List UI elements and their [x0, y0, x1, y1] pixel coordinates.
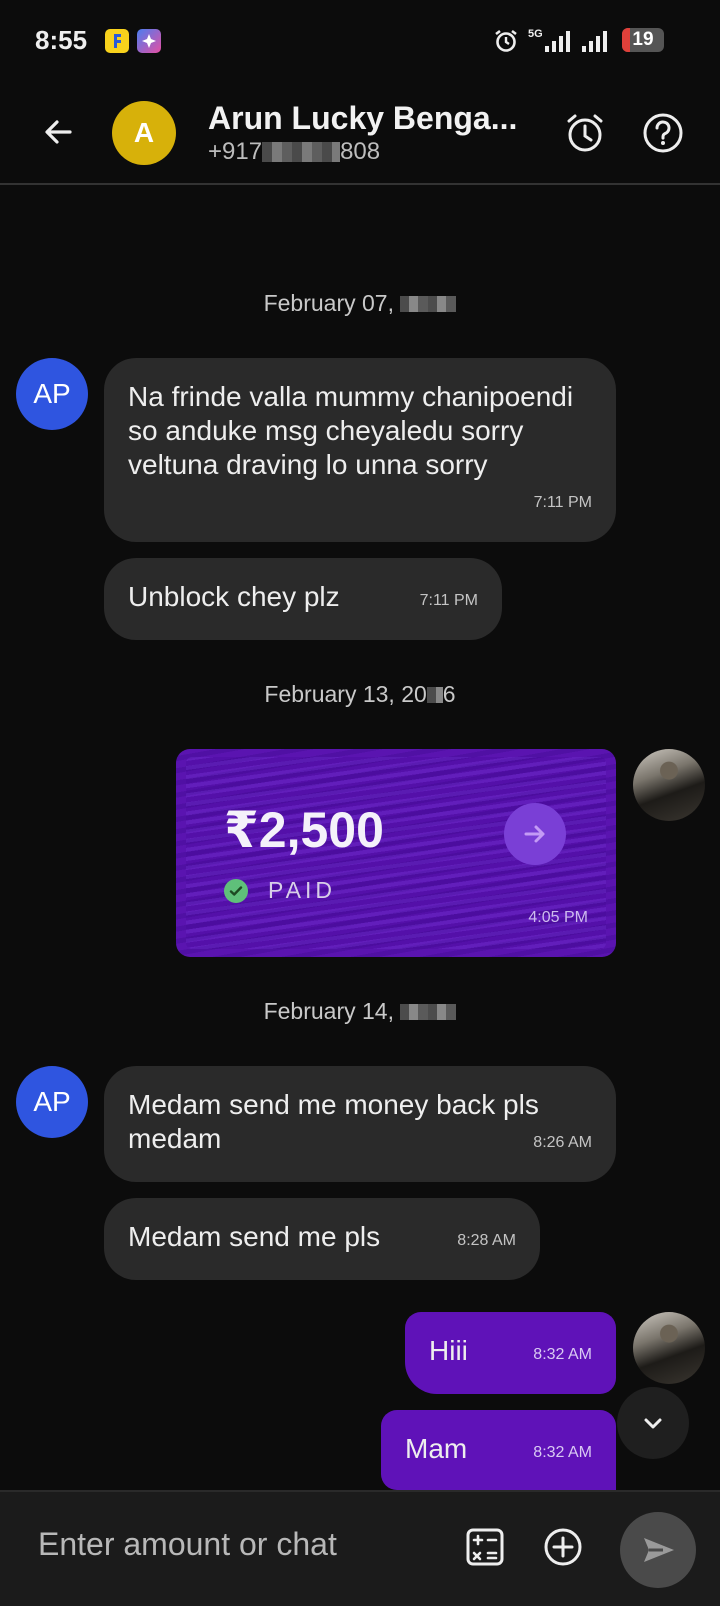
message-bubble-outgoing[interactable]: Hiii 8:32 AM: [405, 1312, 616, 1394]
date-text: 6: [442, 681, 456, 707]
date-separator: February 14,: [0, 998, 720, 1025]
message-text: Mam: [405, 1433, 468, 1464]
message-text: Unblock chey plz: [128, 581, 340, 612]
battery-level: 19: [632, 29, 654, 50]
plus-circle-icon: [544, 1528, 582, 1566]
reminder-button[interactable]: [560, 108, 610, 158]
payment-amount: ₹2,500: [224, 802, 384, 858]
signal-icon: [581, 26, 609, 56]
chat-input[interactable]: [36, 1518, 440, 1570]
date-redaction: [400, 296, 457, 312]
date-redaction: [400, 1004, 457, 1020]
message-time: 7:11 PM: [533, 494, 592, 511]
message-time: 4:05 PM: [528, 909, 588, 926]
message-time: 8:28 AM: [457, 1232, 516, 1249]
phone-prefix: +917: [208, 138, 263, 165]
peer-avatar[interactable]: AP: [16, 1066, 88, 1138]
self-avatar[interactable]: [633, 1312, 705, 1384]
message-bubble-incoming[interactable]: Na frinde valla mummy chanipoendi so and…: [104, 358, 616, 542]
alarm-icon: [493, 26, 519, 56]
message-bubble-incoming[interactable]: Medam send me pls 8:28 AM: [104, 1198, 540, 1280]
date-separator: February 13, 20 6: [0, 681, 720, 708]
check-icon: [224, 879, 248, 903]
date-text: February 14,: [263, 998, 394, 1024]
phone-suffix: 808: [340, 138, 381, 165]
message-time: 8:32 AM: [533, 1346, 592, 1363]
date-text: February 13, 20: [264, 681, 427, 707]
message-text: Hiii: [429, 1335, 468, 1366]
flipkart-app-icon: [105, 29, 129, 53]
message-text: Medam send me pls: [128, 1221, 381, 1252]
phone-redaction: [262, 142, 341, 162]
status-time: 8:55: [35, 25, 88, 55]
message-text: Na frinde valla mummy chanipoendi so and…: [128, 381, 574, 480]
date-text: February 07,: [263, 290, 394, 316]
date-separator: February 07,: [0, 290, 720, 317]
scroll-down-button[interactable]: [617, 1387, 689, 1459]
5g-signal-icon: 5G: [528, 26, 570, 56]
header-divider: [0, 183, 720, 185]
message-bubble-incoming[interactable]: Medam send me money back pls medam 8:26 …: [104, 1066, 616, 1182]
contact-phone: +917 808: [208, 138, 380, 166]
back-button[interactable]: [32, 106, 84, 158]
message-text: Medam send me money back pls medam: [128, 1089, 539, 1154]
date-redaction: [426, 687, 443, 703]
peer-avatar[interactable]: AP: [16, 358, 88, 430]
send-button[interactable]: [620, 1512, 696, 1588]
message-time: 8:32 AM: [533, 1444, 592, 1461]
chevron-down-icon: [644, 1418, 662, 1429]
message-bubble-outgoing[interactable]: Mam 8:32 AM: [381, 1410, 616, 1490]
self-avatar[interactable]: [633, 749, 705, 821]
help-button[interactable]: [638, 108, 688, 158]
arrow-right-icon: [524, 825, 545, 843]
back-arrow-icon: [45, 120, 72, 144]
battery-icon: 19: [622, 28, 664, 52]
add-attachment-button[interactable]: [538, 1522, 588, 1572]
message-time: 7:11 PM: [419, 592, 478, 609]
calculator-button[interactable]: [460, 1522, 510, 1572]
message-bubble-incoming[interactable]: Unblock chey plz 7:11 PM: [104, 558, 502, 640]
contact-avatar[interactable]: A: [112, 101, 176, 165]
calculator-icon: [466, 1528, 504, 1566]
alarm-clock-icon: [567, 114, 603, 152]
gallery-app-icon: [137, 29, 161, 53]
send-icon: [644, 1538, 674, 1562]
contact-name[interactable]: Arun Lucky Benga...: [208, 100, 517, 137]
composer-bar: [0, 1490, 720, 1606]
payment-details-button[interactable]: [504, 803, 566, 865]
payment-card[interactable]: ₹2,500 PAID 4:05 PM: [176, 749, 616, 957]
payment-status: PAID: [268, 877, 336, 903]
help-icon: [643, 113, 683, 153]
message-time: 8:26 AM: [533, 1134, 592, 1151]
network-type: 5G: [528, 28, 543, 40]
